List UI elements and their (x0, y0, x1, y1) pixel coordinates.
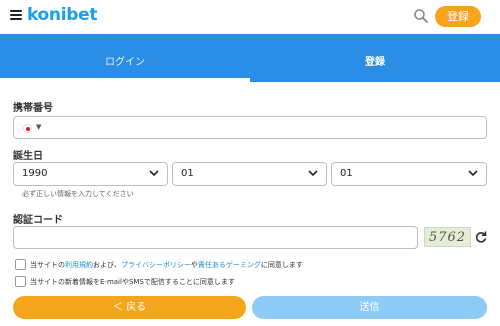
menu-icon[interactable] (10, 10, 22, 20)
search-icon[interactable] (413, 8, 429, 24)
terms-checkbox[interactable] (15, 259, 26, 270)
birth-year-value: 1990 (22, 168, 48, 179)
logo[interactable]: konibet (27, 5, 97, 25)
chevron-down-icon (468, 170, 478, 177)
newsletter-checkbox[interactable] (15, 276, 26, 287)
birthday-hint: 必ず正しい情報を入力してください (22, 190, 134, 198)
header-register-button[interactable]: 登録 (435, 6, 481, 27)
birth-year-select[interactable]: 1990 (13, 162, 168, 186)
phone-field: ▼ (13, 116, 487, 139)
terms-suffix: に同意します (260, 261, 303, 269)
privacy-policy-link[interactable]: プライバシーポリシー (121, 261, 191, 269)
tab-underline (0, 78, 250, 82)
birthday-label: 誕生日 (13, 151, 43, 162)
chevron-down-icon (149, 170, 159, 177)
captcha-field (13, 226, 418, 249)
caret-down-icon[interactable]: ▼ (36, 123, 41, 131)
terms-text: 当サイトの利用規約および、プライバシーポリシーや責任あるゲーミングに同意します (30, 259, 303, 271)
birth-month-select[interactable]: 01 (172, 162, 327, 186)
submit-button[interactable]: 送信 (252, 296, 487, 319)
phone-input[interactable] (50, 120, 480, 136)
newsletter-text: 当サイトの新着情報をE-mailやSMSで配信することに同意します (30, 278, 235, 286)
auth-tabs: ログイン 登録 (0, 34, 500, 82)
responsible-gaming-link[interactable]: 責任あるゲーミング (198, 261, 261, 269)
birth-day-value: 01 (340, 168, 353, 179)
back-button[interactable]: ＜ 戻る (13, 296, 246, 319)
tab-login-label: ログイン (105, 57, 145, 68)
chevron-down-icon (308, 170, 318, 177)
captcha-input[interactable] (20, 230, 410, 246)
phone-label: 携帯番号 (13, 103, 53, 114)
tab-register[interactable]: 登録 (250, 34, 500, 82)
terms-mid2: や (190, 261, 198, 269)
tab-register-label: 登録 (365, 57, 385, 68)
terms-prefix: 当サイトの (30, 261, 65, 269)
birth-month-value: 01 (181, 168, 194, 179)
captcha-label: 認証コード (13, 215, 63, 226)
birth-day-select[interactable]: 01 (331, 162, 487, 186)
terms-mid1: および、 (93, 261, 121, 269)
captcha-image: 5762 (424, 227, 471, 247)
terms-of-use-link[interactable]: 利用規約 (65, 261, 93, 269)
refresh-icon[interactable] (474, 230, 488, 244)
japan-flag-icon[interactable] (23, 124, 32, 133)
top-header: konibet 登録 (0, 0, 500, 34)
tab-login[interactable]: ログイン (0, 34, 250, 82)
